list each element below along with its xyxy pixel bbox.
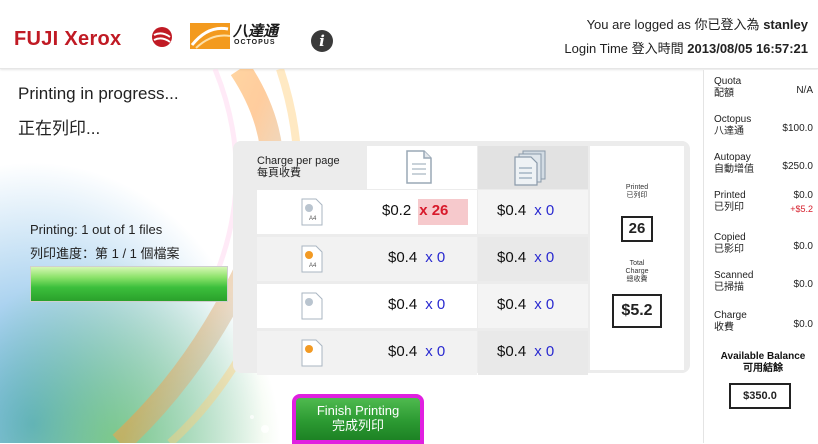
single-page-icon [406,150,432,184]
page-count: x 0 [425,249,446,266]
summary-item-label: Octopus 八達通 [714,114,752,137]
paper-size-icon [301,339,323,367]
charge-per-page-en: Charge per page [257,155,340,167]
total-label-cn: 總收費 [626,276,648,283]
finish-printing-label-en: Finish Printing [316,403,400,418]
page-count: x 0 [534,202,555,219]
summary-item-value: $0.0 [793,190,813,201]
price-value: $0.4 [388,249,418,266]
summary-item-label: Scanned 已掃描 [714,270,754,293]
octopus-logo: 八達通 OCTOPUS [190,20,280,50]
octopus-swoosh-icon [190,23,230,49]
summary-item-label: Autopay 自動增值 [714,152,754,175]
login-time-label: Login Time [564,41,629,56]
page-count: x 0 [534,249,555,266]
summary-item-label: Quota 配額 [714,76,742,99]
finish-printing-button[interactable]: Finish Printing 完成列印 [292,394,424,444]
price-value: $0.4 [388,343,418,360]
octopus-en-text: OCTOPUS [234,39,276,46]
price-value: $0.2 [382,202,412,219]
logged-in-line: You are logged as 你已登入為 stanley [587,14,808,33]
multi-page-price: $0.4 x 0 [497,296,554,313]
price-value: $0.4 [497,343,527,360]
status-title-cn: 正在列印... [18,119,101,138]
printed-count-box: 26 [621,216,653,242]
login-time-line: Login Time 登入時間 2013/08/05 16:57:21 [564,38,808,57]
summary-item-label: Printed 已列印 [714,190,746,213]
page-count: x 0 [534,296,555,313]
login-time-label-cn: 登入時間 [631,41,684,56]
summary-item-value: $250.0 [782,161,813,172]
totals-column: Printed 已列印 26 Total Charge 總收費 $5.2 [590,146,684,370]
total-label-en: Total [629,260,645,267]
paper-size-icon [301,292,323,320]
multi-page-price: $0.4 x 0 [497,249,554,266]
multi-page-icon [514,150,546,186]
summary-item-value: N/A [796,85,813,96]
info-icon[interactable]: i [311,30,333,52]
summary-item-delta: +$5.2 [790,204,813,214]
price-value: $0.4 [497,202,527,219]
summary-item-value: $0.0 [793,241,813,252]
paper-size-label: A4 [309,216,317,222]
page-count: x 0 [534,343,555,360]
single-page-price: $0.2 x 26 [382,202,448,219]
total-charge-box: $5.2 [612,294,662,328]
finish-printing-label-cn: 完成列印 [331,418,384,433]
single-page-price: $0.4 x 0 [388,249,445,266]
logged-in-prefix-cn: 你已登入為 [694,17,760,32]
xerox-sphere-icon [152,27,172,47]
summary-item-value: $0.0 [793,279,813,290]
summary-item-label: Copied 已影印 [714,232,746,255]
login-time-value: 2013/08/05 16:57:21 [687,41,808,56]
printed-label-cn: 已列印 [626,192,648,199]
octopus-cn-text: 八達通 [233,22,279,40]
summary-item-label: Charge 收費 [714,310,747,333]
fuji-xerox-logo: FUJI Xerox [14,28,122,50]
page-count: x 26 [419,202,449,219]
total-charge-label: Total Charge 總收費 [590,260,684,284]
page-count: x 0 [425,343,446,360]
top-header: FUJI Xerox 八達通 OCTOPUS i You are logged … [0,0,818,69]
charge-per-page-cn: 每頁收費 [257,167,301,179]
charge-per-page-label: Charge per page 每頁收費 [257,155,340,179]
price-value: $0.4 [497,296,527,313]
single-page-price: $0.4 x 0 [388,343,445,360]
username: stanley [763,17,808,32]
total-label-en2: Charge [625,268,649,275]
printed-label-en: Printed [625,184,649,191]
print-progress-fill [31,267,227,301]
account-summary-panel: Quota 配額 N/A Octopus 八達通 $100.0 Autopay 自動增值 $25… [703,70,818,443]
summary-item-value: $100.0 [782,123,813,134]
single-page-price: $0.4 x 0 [388,296,445,313]
available-balance-value: $350.0 [729,383,791,409]
available-balance-en: Available Balance [720,351,806,362]
print-progress-bar [30,266,228,302]
multi-page-price: $0.4 x 0 [497,343,554,360]
progress-text-en: Printing: 1 out of 1 files [30,222,163,237]
paper-size-label: A4 [309,263,317,269]
page-count: x 0 [425,296,446,313]
printed-label: Printed 已列印 [590,184,684,200]
logged-in-prefix: You are logged as [586,17,691,32]
status-title-en: Printing in progress... [18,84,179,103]
price-value: $0.4 [388,296,418,313]
summary-item-value: $0.0 [793,319,813,330]
price-value: $0.4 [497,249,527,266]
available-balance-cn: 可用結餘 [743,363,783,374]
available-balance-label: Available Balance 可用結餘 [710,351,816,375]
multi-page-price: $0.4 x 0 [497,202,554,219]
progress-text-cn: 列印進度：第 1 / 1 個檔案 [30,246,180,261]
